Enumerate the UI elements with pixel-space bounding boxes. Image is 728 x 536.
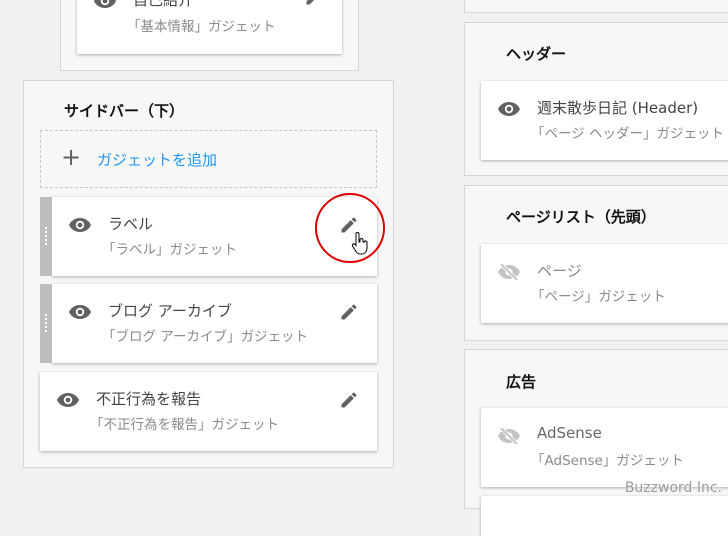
hand-cursor-icon — [351, 232, 368, 255]
gadget-card-report-abuse[interactable]: 不正行為を報告 「不正行為を報告」ガジェット — [40, 372, 377, 451]
gadget-title: ラベル — [108, 215, 154, 233]
gadget-subtitle: 「AdSense」ガジェット — [531, 453, 684, 469]
section-title: サイドバー（下） — [64, 102, 185, 120]
eye-icon[interactable] — [93, 0, 117, 9]
gadget-subtitle: 「ページ」ガジェット — [531, 289, 666, 305]
eye-icon[interactable] — [68, 217, 92, 233]
top-right-section — [464, 0, 728, 13]
eye-off-icon[interactable] — [497, 264, 521, 280]
gadget-title: AdSense — [537, 424, 602, 442]
gadget-title: ブログ アーカイブ — [108, 302, 232, 320]
watermark: Buzzword Inc. — [624, 480, 722, 496]
edit-pencil-icon[interactable] — [339, 302, 359, 322]
header-section: ヘッダー 週末散歩日記 (Header) 「ページ ヘッダー」ガジェット — [464, 22, 728, 176]
plus-icon: + — [61, 143, 82, 171]
add-gadget-label: ガジェットを追加 — [97, 151, 218, 169]
gadget-subtitle: 「基本情報」ガジェット — [127, 19, 276, 35]
section-title: ページリスト（先頭） — [506, 208, 656, 226]
eye-icon[interactable] — [497, 101, 521, 117]
gadget-title: 自己紹介 — [133, 0, 194, 9]
eye-off-icon[interactable] — [497, 428, 521, 444]
eye-icon[interactable] — [68, 304, 92, 320]
add-gadget-button[interactable]: + ガジェットを追加 — [40, 130, 377, 188]
gadget-card-header[interactable]: 週末散歩日記 (Header) 「ページ ヘッダー」ガジェット — [481, 81, 728, 160]
sidebar-bottom-section: サイドバー（下） + ガジェットを追加 ラベル 「ラベル」ガジェット ブログ ア… — [23, 80, 394, 468]
edit-pencil-icon[interactable] — [304, 0, 324, 7]
gadget-title: 不正行為を報告 — [96, 390, 202, 408]
drag-handle[interactable] — [40, 284, 52, 363]
sidebar-top-section: 自己紹介 「基本情報」ガジェット — [60, 0, 359, 71]
gadget-subtitle: 「ラベル」ガジェット — [102, 242, 237, 258]
gadget-title: ページ — [537, 262, 582, 280]
edit-pencil-icon[interactable] — [339, 390, 359, 410]
gadget-card-adsense[interactable]: AdSense 「AdSense」ガジェット — [481, 408, 728, 487]
eye-icon[interactable] — [56, 392, 80, 408]
highlight-circle — [315, 193, 385, 263]
gadget-subtitle: 「不正行為を報告」ガジェット — [90, 417, 279, 433]
gadget-card-next[interactable] — [481, 496, 728, 536]
gadget-subtitle: 「ページ ヘッダー」ガジェット — [531, 126, 725, 142]
gadget-subtitle: 「ブログ アーカイブ」ガジェット — [102, 329, 308, 345]
section-title: ヘッダー — [506, 45, 567, 63]
section-title: 広告 — [506, 373, 537, 391]
pagelist-section: ページリスト（先頭） ページ 「ページ」ガジェット — [464, 185, 728, 341]
gadget-card-profile[interactable]: 自己紹介 「基本情報」ガジェット — [77, 0, 342, 54]
drag-handle[interactable] — [40, 197, 52, 276]
gadget-card-pages[interactable]: ページ 「ページ」ガジェット — [481, 244, 728, 323]
gadget-card-archive[interactable]: ブログ アーカイブ 「ブログ アーカイブ」ガジェット — [40, 284, 377, 363]
gadget-title: 週末散歩日記 (Header) — [537, 99, 699, 117]
